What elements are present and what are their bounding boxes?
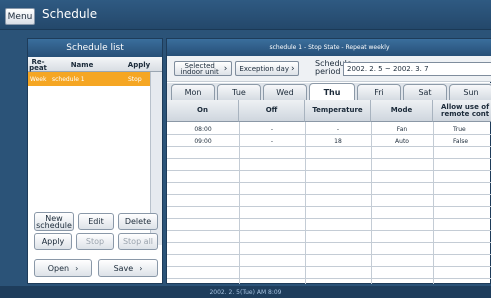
- tab-wed[interactable]: Wed: [263, 84, 307, 100]
- grid-row-line: [167, 194, 491, 195]
- tab-sat[interactable]: Sat: [403, 84, 447, 100]
- day-tabs: Mon Tue Wed Thu Fri Sat Sun: [167, 83, 491, 100]
- schedule-list-title: Schedule list: [28, 39, 162, 57]
- cell-mode: Fan: [396, 125, 408, 133]
- stop-button[interactable]: Stop: [76, 233, 114, 250]
- column-header-name[interactable]: Name: [48, 57, 116, 72]
- selected-indoor-unit-button[interactable]: Selected indoor unit ›: [174, 61, 232, 76]
- tab-sun[interactable]: Sun: [449, 84, 491, 100]
- column-header-apply[interactable]: Apply: [116, 57, 162, 72]
- column-header-repeat[interactable]: Re-peat: [28, 57, 48, 72]
- schedule-list-panel: Schedule list Re-peat Name Apply Week sc…: [27, 38, 163, 284]
- schedule-row[interactable]: Week schedule 1 Stop: [28, 72, 150, 86]
- schedule-row-apply: Stop: [128, 75, 142, 83]
- cell-off: -: [270, 137, 274, 145]
- cell-off: -: [270, 125, 274, 133]
- save-button-label: Save: [113, 263, 134, 273]
- chevron-right-icon: ›: [75, 263, 79, 273]
- column-header-off: Off: [239, 100, 305, 122]
- chevron-right-icon: ›: [223, 63, 228, 74]
- schedule-window: Menu Schedule Schedule list Re-peat Name…: [0, 0, 491, 298]
- grid-row-line: [167, 218, 491, 219]
- grid-row-line: [167, 182, 491, 183]
- apply-button[interactable]: Apply: [34, 233, 72, 250]
- new-schedule-button[interactable]: New schedule: [34, 212, 74, 231]
- menu-button[interactable]: Menu: [5, 8, 35, 25]
- status-footer: 2002. 2. 5(Tue) AM 8:09: [0, 286, 491, 298]
- schedule-grid: On Off Temperature Mode Allow use of rem…: [167, 100, 491, 284]
- grid-row-line: [167, 278, 491, 279]
- open-button-label: Open: [47, 263, 70, 273]
- edit-button[interactable]: Edit: [78, 213, 114, 230]
- chevron-right-icon: ›: [139, 263, 143, 273]
- cell-on: 08:00: [194, 125, 212, 133]
- selected-indoor-unit-label: Selected indoor unit: [180, 61, 219, 76]
- schedule-row-repeat: Week: [30, 75, 47, 83]
- schedule-row-name: schedule 1: [52, 75, 85, 83]
- tab-thu[interactable]: Thu: [309, 83, 355, 100]
- cell-mode: Auto: [395, 137, 409, 145]
- tab-mon[interactable]: Mon: [171, 84, 215, 100]
- cell-remote: False: [453, 137, 469, 145]
- tab-tue[interactable]: Tue: [217, 84, 261, 100]
- top-bar: Menu Schedule: [0, 0, 491, 30]
- grid-row-line: [167, 242, 491, 243]
- chevron-right-icon: ›: [290, 63, 295, 74]
- column-header-on: On: [167, 100, 239, 122]
- exception-day-label: Exception day: [239, 64, 289, 73]
- grid-row-line: [167, 170, 491, 171]
- grid-row-line: [167, 254, 491, 255]
- column-header-temperature: Temperature: [305, 100, 371, 122]
- cell-temperature: 18: [334, 137, 342, 145]
- detail-toolbar: Selected indoor unit › Exception day › S…: [167, 56, 491, 82]
- save-button[interactable]: Save ›: [98, 259, 158, 277]
- schedule-status-bar: schedule 1 - Stop State - Repeat weekly: [167, 39, 491, 56]
- schedule-period-field[interactable]: 2002. 2. 5 ~ 2002. 3. 7: [343, 62, 491, 76]
- schedule-period-label: Schedule period: [315, 59, 352, 76]
- schedule-detail-panel: schedule 1 - Stop State - Repeat weekly …: [166, 38, 491, 284]
- grid-row-line: [167, 230, 491, 231]
- cell-remote: True: [453, 125, 466, 133]
- grid-row-line: [167, 206, 491, 207]
- column-header-allow-remote: Allow use of remote cont: [433, 100, 491, 122]
- column-header-mode: Mode: [371, 100, 433, 122]
- page-title: Schedule: [42, 7, 98, 21]
- open-button[interactable]: Open ›: [34, 259, 92, 277]
- cell-temperature: -: [336, 125, 340, 133]
- schedule-list-header: Re-peat Name Apply: [28, 57, 162, 72]
- grid-row-line: [167, 266, 491, 267]
- delete-button[interactable]: Delete: [118, 213, 158, 230]
- grid-row-line: [167, 158, 491, 159]
- tab-fri[interactable]: Fri: [357, 84, 401, 100]
- cell-on: 09:00: [194, 137, 212, 145]
- stop-all-button[interactable]: Stop all: [118, 233, 158, 250]
- exception-day-button[interactable]: Exception day ›: [235, 61, 299, 76]
